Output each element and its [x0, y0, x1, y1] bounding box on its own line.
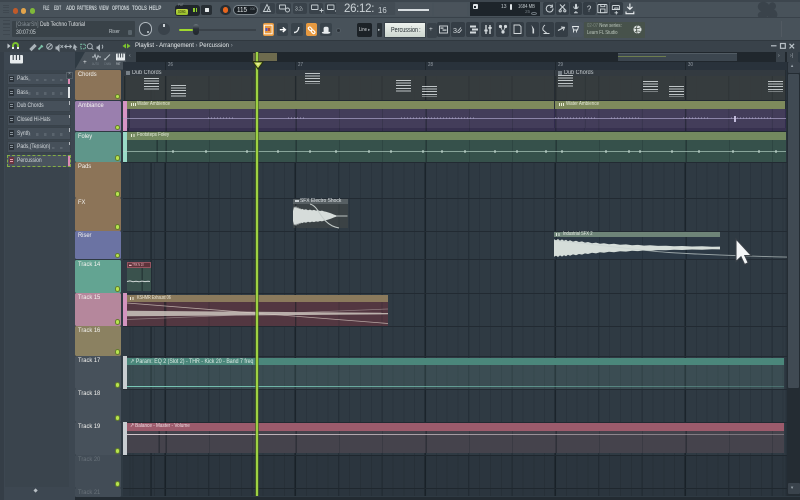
svg-text:3: 3: [453, 26, 457, 35]
svg-text:?: ?: [587, 4, 592, 13]
